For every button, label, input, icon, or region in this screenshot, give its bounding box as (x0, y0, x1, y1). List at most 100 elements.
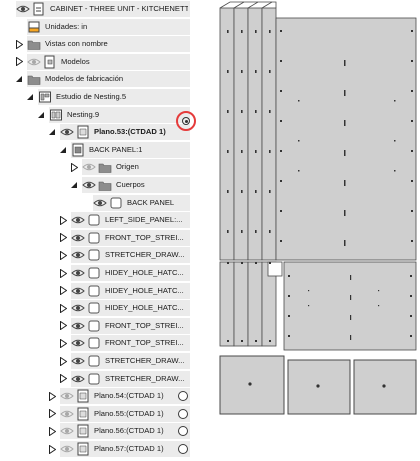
panel-feature-mark (288, 295, 290, 297)
activate-sheet-radio[interactable] (178, 408, 188, 419)
panel-feature-mark (308, 305, 310, 307)
visibility-eye-icon[interactable] (71, 301, 85, 315)
expand-down-icon[interactable] (70, 180, 78, 190)
expand-down-icon[interactable] (26, 92, 34, 102)
expand-right-icon[interactable] (59, 215, 67, 225)
visibility-eye-icon[interactable] (60, 424, 74, 438)
visibility-eye-icon[interactable] (16, 2, 30, 16)
tree-row[interactable]: HIDEY_HOLE_HATC... (0, 282, 190, 299)
visibility-eye-icon[interactable] (93, 196, 107, 210)
expand-right-icon[interactable] (70, 162, 78, 172)
folder-icon (98, 160, 112, 174)
visibility-eye-icon[interactable] (82, 160, 96, 174)
tree-row[interactable]: Plano.54:(CTDAD 1) (0, 388, 190, 405)
tree-row[interactable]: FRONT_TOP_STREI... (0, 317, 190, 334)
tree-row-label: HIDEY_HOLE_HATC... (105, 285, 184, 295)
tree-row[interactable]: CABINET - THREE UNIT - KITCHENETTE... (0, 1, 190, 17)
visibility-eye-icon[interactable] (71, 372, 85, 386)
tree-row[interactable]: HIDEY_HOLE_HATC... (0, 300, 190, 317)
expand-right-icon[interactable] (48, 409, 56, 419)
panel-feature-mark (410, 315, 412, 317)
tree-row-label: Estudio de Nesting.5 (56, 92, 127, 101)
panel-feature-mark (411, 180, 413, 182)
sheet-icon (76, 442, 90, 456)
expand-down-icon[interactable] (37, 110, 45, 120)
visibility-eye-icon[interactable] (71, 213, 85, 227)
expand-right-icon[interactable] (59, 250, 67, 260)
tree-row-label: Plano.54:(CTDAD 1) (94, 391, 164, 401)
expand-right-icon[interactable] (48, 426, 56, 436)
visibility-eye-icon[interactable] (60, 407, 74, 421)
visibility-eye-icon[interactable] (71, 354, 85, 368)
tree-row[interactable]: STRETCHER_DRAW... (0, 370, 190, 387)
panel-feature-mark (411, 90, 413, 92)
expand-right-icon[interactable] (48, 391, 56, 401)
panel-feature-mark (269, 340, 271, 342)
tree-row[interactable]: Cuerpos (0, 177, 190, 193)
nesting-canvas[interactable] (218, 0, 420, 425)
visibility-eye-icon[interactable] (82, 178, 96, 192)
tree-row[interactable]: Plano.55:(CTDAD 1) (0, 405, 190, 422)
panel-feature-mark (269, 30, 271, 33)
expand-down-icon[interactable] (15, 74, 23, 84)
visibility-eye-icon[interactable] (71, 266, 85, 280)
expand-right-icon[interactable] (59, 374, 67, 384)
tree-row[interactable]: Modelos (0, 53, 190, 70)
expand-down-icon[interactable] (48, 127, 56, 137)
visibility-eye-icon[interactable] (71, 231, 85, 245)
tree-row[interactable]: Plano.56:(CTDAD 1) (0, 423, 190, 440)
visibility-eye-icon[interactable] (71, 284, 85, 298)
panel-feature-mark (344, 210, 346, 216)
expand-right-icon[interactable] (59, 356, 67, 366)
panel-feature-mark (344, 180, 346, 186)
expand-down-icon[interactable] (59, 145, 67, 155)
tree-row[interactable]: Nesting.9 (0, 106, 190, 123)
tree-row-label: Plano.53:(CTDAD 1) (94, 127, 166, 137)
expand-right-icon[interactable] (59, 286, 67, 296)
panel-feature-mark (269, 230, 271, 233)
visibility-eye-icon[interactable] (71, 319, 85, 333)
panel-feature-mark (410, 275, 412, 277)
expand-right-icon[interactable] (59, 268, 67, 278)
tree-row[interactable]: STRETCHER_DRAW... (0, 247, 190, 264)
tree-row-label: HIDEY_HOLE_HATC... (105, 303, 184, 313)
visibility-eye-icon[interactable] (27, 55, 41, 69)
drawer-hole-mark (316, 384, 320, 388)
tree-row-label: Unidades: in (45, 21, 88, 31)
panel-feature-mark (280, 120, 282, 122)
active-sheet-highlight[interactable] (176, 111, 196, 131)
expand-right-icon[interactable] (59, 303, 67, 313)
expand-right-icon[interactable] (59, 338, 67, 348)
panel-feature-mark (241, 230, 243, 233)
tree-row[interactable]: FRONT_TOP_STREI... (0, 229, 190, 246)
tree-row[interactable]: LEFT_SIDE_PANEL:... (0, 212, 190, 229)
expand-right-icon[interactable] (15, 57, 23, 67)
tree-row[interactable]: Vistas con nombre (0, 36, 190, 53)
tree-row[interactable]: HIDEY_HOLE_HATC... (0, 265, 190, 281)
tree-row[interactable]: STRETCHER_DRAW... (0, 353, 190, 369)
tree-row[interactable]: Plano.57:(CTDAD 1) (0, 441, 190, 457)
visibility-eye-icon[interactable] (60, 389, 74, 403)
tree-row[interactable]: Unidades: in (0, 18, 190, 35)
visibility-eye-icon[interactable] (60, 442, 74, 456)
expand-right-icon[interactable] (48, 444, 56, 454)
visibility-eye-icon[interactable] (60, 125, 74, 139)
activate-sheet-radio[interactable] (178, 444, 188, 454)
tree-row[interactable]: Estudio de Nesting.5 (0, 89, 190, 105)
expand-right-icon[interactable] (59, 233, 67, 243)
tree-row[interactable]: Plano.53:(CTDAD 1) (0, 124, 190, 141)
tree-row[interactable]: BACK PANEL (0, 194, 190, 211)
expand-right-icon[interactable] (15, 39, 23, 49)
tree-row[interactable]: Modelos de fabricación (0, 71, 190, 88)
folder-icon (27, 37, 41, 51)
visibility-eye-icon[interactable] (71, 336, 85, 350)
drawer-hole-mark (248, 382, 252, 386)
tree-row[interactable]: BACK PANEL:1 (0, 141, 190, 158)
tree-row-label: LEFT_SIDE_PANEL:... (105, 215, 183, 225)
panel-feature-mark (227, 110, 229, 113)
visibility-eye-icon[interactable] (71, 248, 85, 262)
lower-strip-3 (247, 261, 263, 347)
tree-row[interactable]: Origen (0, 159, 190, 176)
tree-row[interactable]: FRONT_TOP_STREI... (0, 335, 190, 352)
expand-right-icon[interactable] (59, 321, 67, 331)
